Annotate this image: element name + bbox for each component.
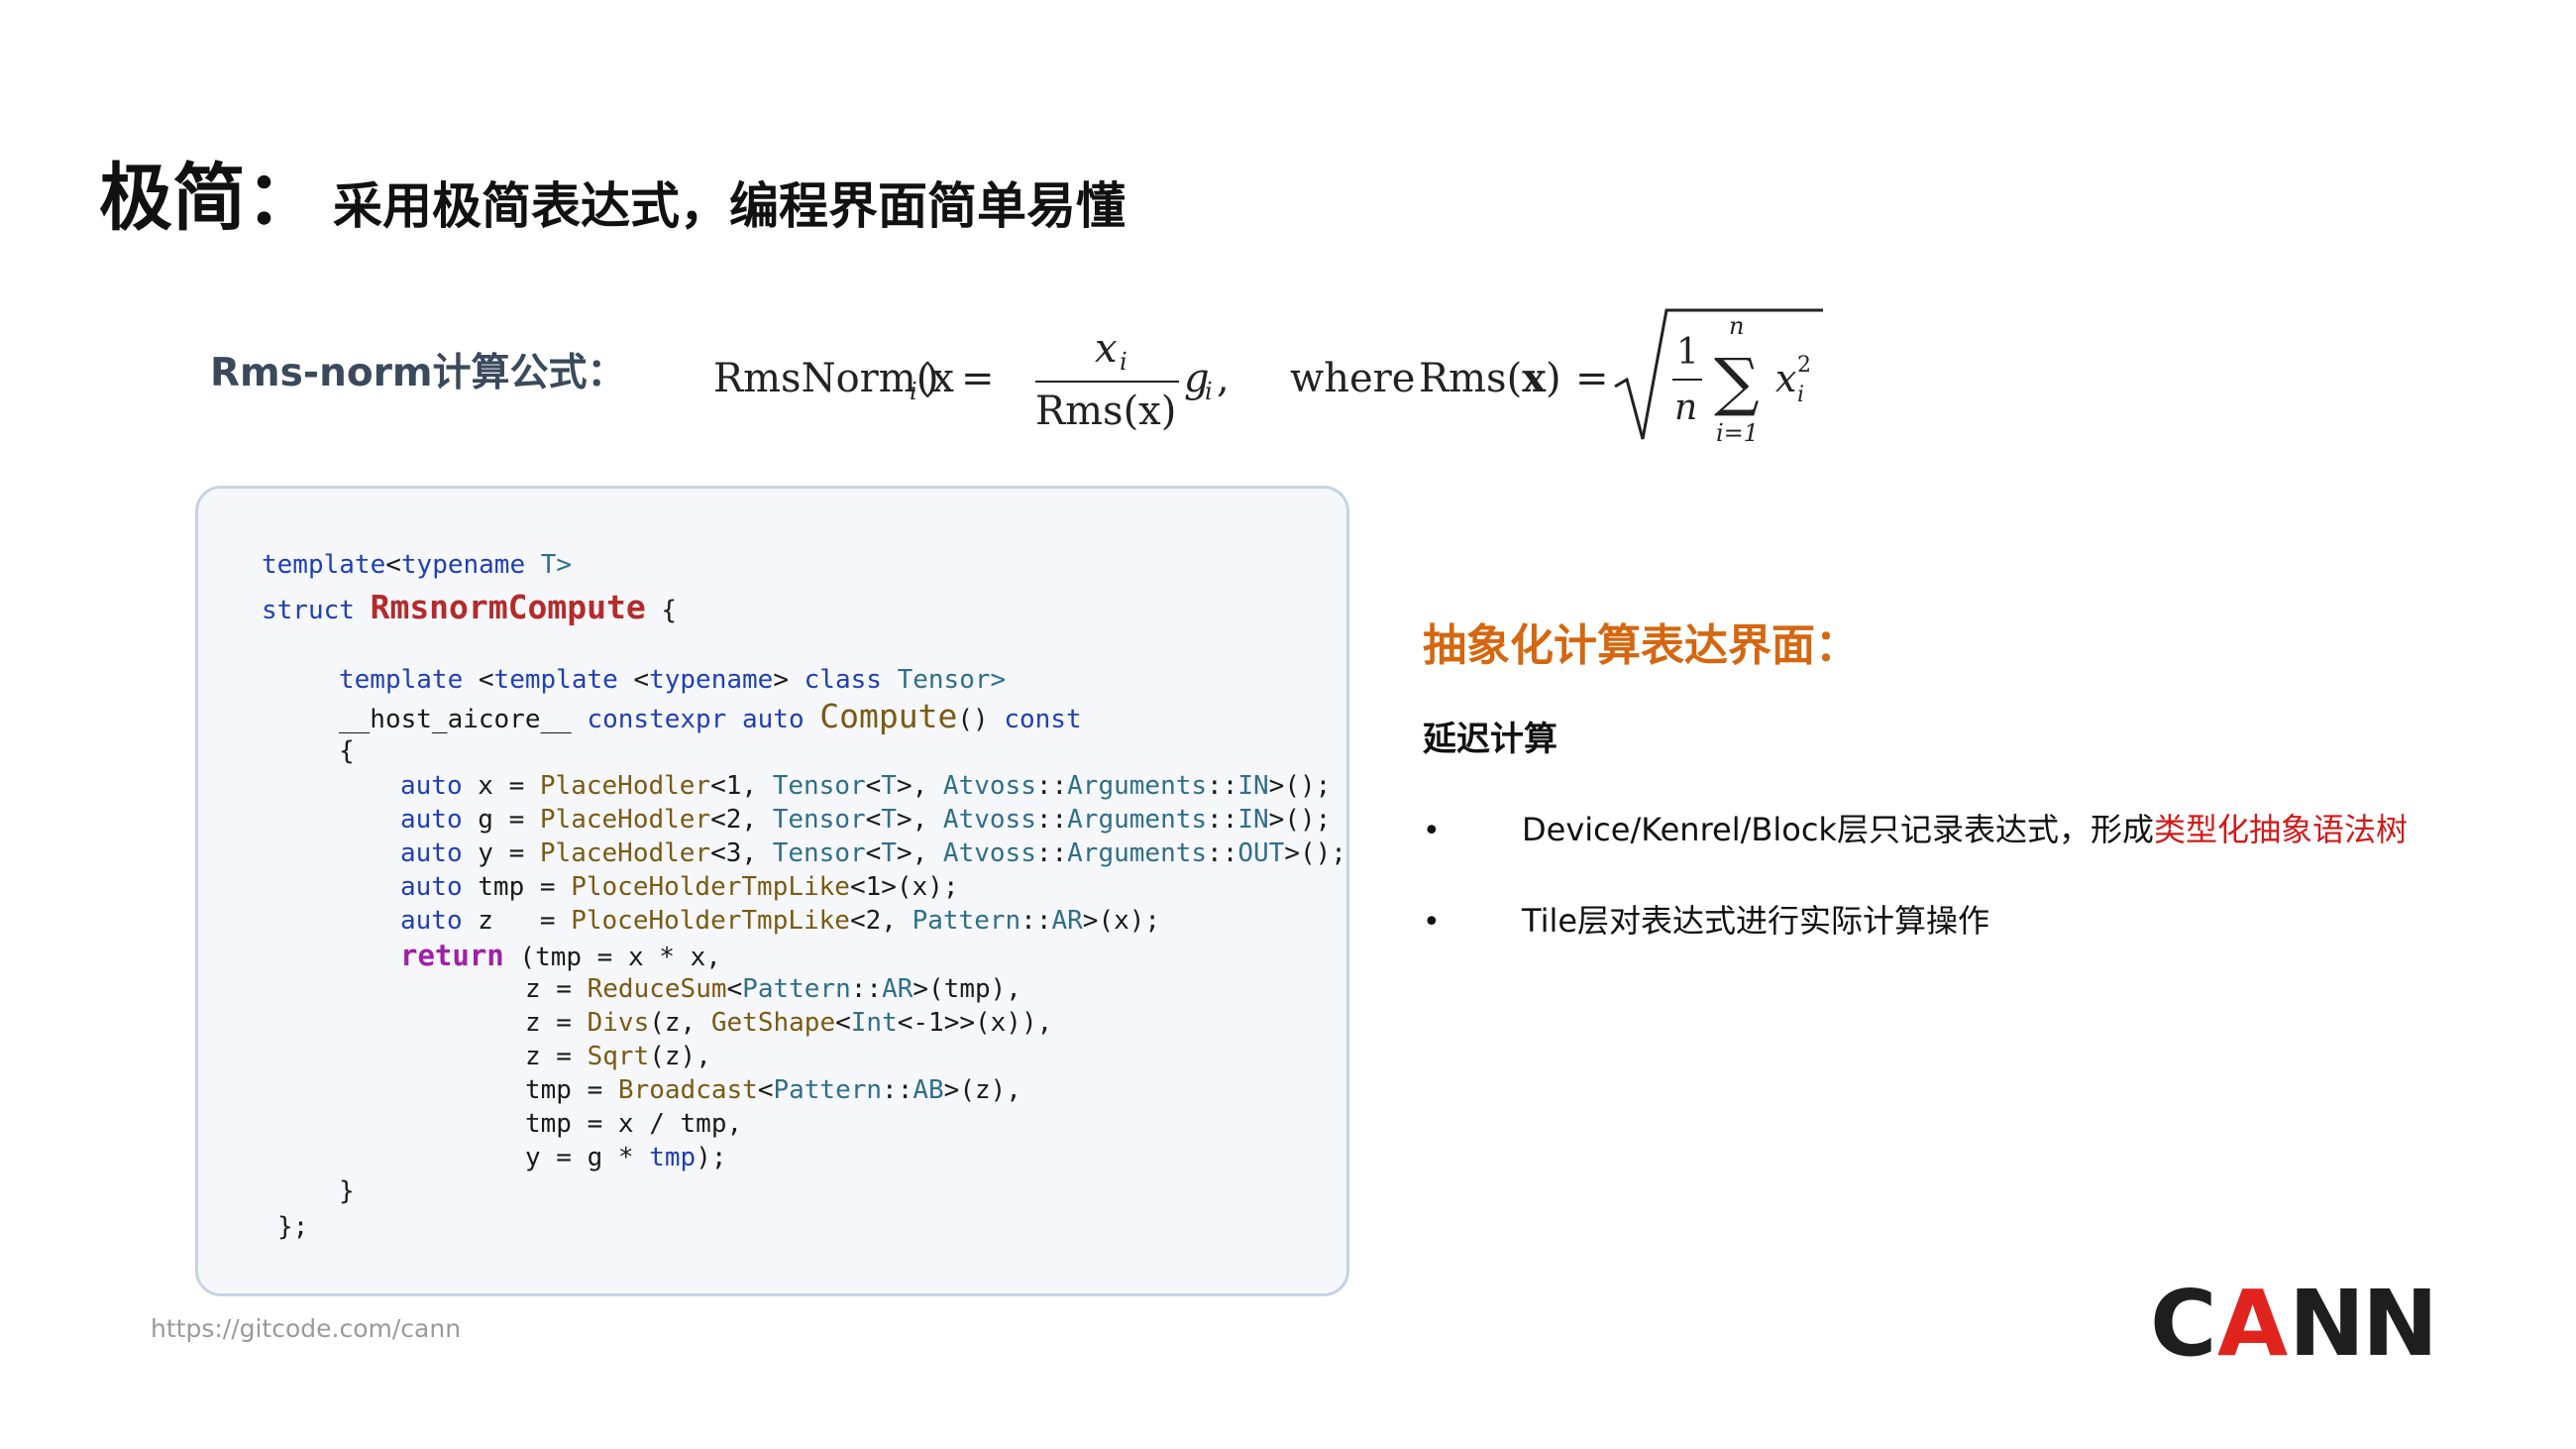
- code-line-11: return (tmp = x * x,: [400, 939, 721, 972]
- code-line-1: template<typename T>: [262, 550, 573, 580]
- formula-lhs-sub: i: [910, 378, 917, 405]
- formula-frac-num-sub: i: [1120, 348, 1127, 376]
- code-line-3: template <template <typename> class Tens…: [339, 665, 1007, 695]
- bullet-device-kernel-block: • Device/Kenrel/Block层只记录表达式，形成类型化抽象语法树: [1423, 805, 2408, 850]
- footer-url: https://gitcode.com/cann: [151, 1314, 462, 1343]
- formula-x-sub: i: [1797, 383, 1804, 407]
- code-block: template<typename T> struct RmsnormCompu…: [195, 486, 1349, 1296]
- logo-n1: N: [2289, 1274, 2365, 1363]
- formula-equals: =: [961, 356, 995, 401]
- formula-one: 1: [1676, 332, 1699, 373]
- code-line-17: y = g * tmp);: [525, 1143, 727, 1172]
- bullet-1-highlight: 类型化抽象语法树: [2153, 811, 2408, 848]
- code-line-5: {: [339, 736, 355, 766]
- bullet-tile: • Tile层对表达式进行实际计算操作: [1423, 896, 1989, 942]
- sum-bottom: i=1: [1716, 419, 1759, 447]
- title-subtitle: 采用极简表达式，编程界面简单易懂: [333, 177, 1126, 235]
- formula-label: Rms-norm计算公式：: [210, 351, 626, 395]
- lazy-eval-heading: 延迟计算: [1423, 720, 1557, 759]
- formula-comma: ,: [1217, 356, 1230, 401]
- code-line-16: tmp = x / tmp,: [525, 1109, 743, 1139]
- logo-n2: N: [2362, 1274, 2437, 1363]
- code-line-7: auto g = PlaceHodler<2, Tensor<T>, Atvos…: [400, 805, 1332, 835]
- formula-lhs-close: ): [923, 356, 939, 401]
- formula-g-sub: i: [1205, 378, 1213, 405]
- code-line-6: auto x = PlaceHodler<1, Tensor<T>, Atvos…: [400, 771, 1332, 801]
- abstraction-heading: 抽象化计算表达界面：: [1423, 620, 1859, 671]
- bullet-dot: •: [1423, 905, 1441, 940]
- formula-frac-num: x: [1095, 326, 1118, 372]
- title-main: 极简：: [99, 156, 319, 241]
- code-line-10: auto z = PloceHolderTmpLike<2, Pattern::…: [400, 906, 1161, 936]
- bullet-2-text: Tile层对表达式进行实际计算操作: [1522, 902, 1990, 940]
- code-line-18: }: [339, 1176, 355, 1206]
- formula-x: x: [1775, 357, 1796, 400]
- formula-x-sup: 2: [1797, 353, 1811, 378]
- code-line-14: z = Sqrt(z),: [525, 1042, 711, 1071]
- formula-frac-den: Rms(x): [1035, 389, 1176, 434]
- bullet-1-text: Device/Kenrel/Block层只记录表达式，形成: [1522, 811, 2154, 848]
- cann-logo: C A N N: [2150, 1274, 2437, 1363]
- sum-sign: ∑: [1714, 346, 1760, 419]
- code-line-2: struct RmsnormCompute {: [262, 588, 678, 626]
- code-line-8: auto y = PlaceHodler<3, Tensor<T>, Atvos…: [400, 838, 1346, 868]
- logo-c: C: [2150, 1274, 2217, 1363]
- formula-equals-2: =: [1575, 356, 1609, 401]
- code-line-12: z = ReduceSum<Pattern::AR>(tmp),: [525, 974, 1021, 1004]
- code-line-4: __host_aicore__ constexpr auto Compute()…: [339, 697, 1082, 735]
- rmsnorm-formula: RmsNorm(x i ) = x i Rms(x) g i , where R…: [713, 308, 1823, 447]
- page-title: 极简： 采用极简表达式，编程界面简单易懂: [99, 139, 1126, 245]
- code-line-9: auto tmp = PloceHolderTmpLike<1>(x);: [400, 872, 959, 902]
- sum-top: n: [1729, 312, 1744, 340]
- code-line-15: tmp = Broadcast<Pattern::AB>(z),: [525, 1075, 1021, 1105]
- formula-where: where: [1290, 356, 1415, 401]
- formula-lhs: RmsNorm(x: [713, 356, 954, 401]
- formula-n: n: [1674, 388, 1697, 428]
- code-line-19: };: [277, 1212, 309, 1242]
- code-line-13: z = Divs(z, GetShape<Int<-1>>(x)),: [525, 1008, 1053, 1038]
- logo-a: A: [2217, 1274, 2288, 1363]
- bullet-dot: •: [1423, 814, 1441, 848]
- formula-rms: Rms(x): [1419, 355, 1561, 401]
